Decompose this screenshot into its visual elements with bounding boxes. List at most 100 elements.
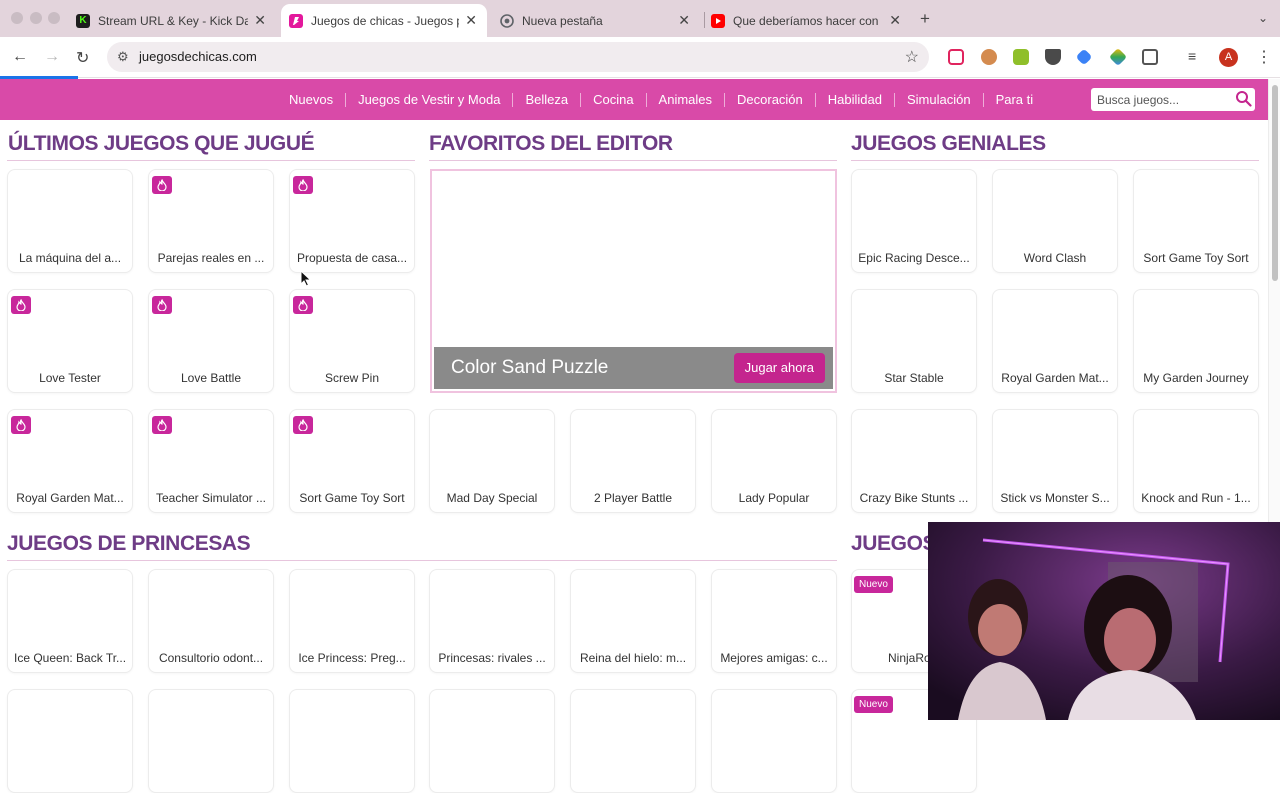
back-icon[interactable]: ← bbox=[12, 48, 28, 66]
game-card[interactable]: Ice Queen: Back Tr... bbox=[7, 569, 133, 673]
game-card[interactable]: Consultorio odont... bbox=[148, 569, 274, 673]
game-card[interactable] bbox=[570, 689, 696, 793]
scrollbar-thumb[interactable] bbox=[1272, 85, 1278, 281]
game-card[interactable]: Royal Garden Mat... bbox=[992, 289, 1118, 393]
game-title: La máquina del a... bbox=[18, 251, 122, 265]
game-card[interactable]: My Garden Journey bbox=[1133, 289, 1259, 393]
site-settings-tune-icon[interactable]: ⚙ bbox=[117, 49, 129, 65]
extension-icon[interactable] bbox=[1045, 49, 1061, 65]
game-card[interactable] bbox=[148, 689, 274, 793]
new-tab-button[interactable]: + bbox=[920, 9, 930, 29]
game-card[interactable] bbox=[711, 689, 837, 793]
game-card[interactable]: Reina del hielo: m... bbox=[570, 569, 696, 673]
game-card[interactable]: Stick vs Monster S... bbox=[992, 409, 1118, 513]
game-title: Star Stable bbox=[884, 371, 944, 385]
media-controls-icon[interactable]: ≡ bbox=[1188, 48, 1196, 64]
section-divider bbox=[851, 160, 1259, 161]
tab-youtube[interactable]: Que deberíamos hacer con el ✕ bbox=[711, 4, 911, 37]
nav-cocina[interactable]: Cocina bbox=[581, 92, 647, 107]
reload-icon[interactable]: ↻ bbox=[76, 48, 89, 68]
nav-decoracion[interactable]: Decoración bbox=[725, 92, 816, 107]
profile-avatar[interactable]: A bbox=[1219, 48, 1238, 67]
game-card[interactable]: Crazy Bike Stunts ... bbox=[851, 409, 977, 513]
menu-icon[interactable]: ⋮ bbox=[1256, 47, 1272, 67]
tab-title: Stream URL & Key - Kick Dashboard bbox=[98, 13, 248, 28]
game-card[interactable]: Star Stable bbox=[851, 289, 977, 393]
minimize-window-button[interactable] bbox=[30, 12, 42, 24]
address-bar[interactable]: ⚙ juegosdechicas.com ☆ bbox=[107, 42, 929, 72]
category-menu: Nuevos Juegos de Vestir y Moda Belleza C… bbox=[280, 79, 1045, 120]
pocket-extension-icon[interactable] bbox=[948, 49, 964, 65]
tab-new-tab[interactable]: Nueva pestaña ✕ bbox=[500, 4, 700, 37]
game-title: My Garden Journey bbox=[1143, 371, 1249, 385]
section-divider bbox=[429, 160, 837, 161]
game-title: Epic Racing Desce... bbox=[858, 251, 970, 265]
game-card[interactable] bbox=[289, 689, 415, 793]
game-card[interactable]: Knock and Run - 1... bbox=[1133, 409, 1259, 513]
close-window-button[interactable] bbox=[11, 12, 23, 24]
game-title: Stick vs Monster S... bbox=[1000, 491, 1110, 505]
chrome-icon bbox=[500, 13, 514, 28]
game-card[interactable]: Royal Garden Mat... bbox=[7, 409, 133, 513]
extension-icon[interactable] bbox=[1075, 48, 1093, 66]
url-text[interactable]: juegosdechicas.com bbox=[139, 49, 257, 64]
game-card[interactable]: Lady Popular bbox=[711, 409, 837, 513]
game-card[interactable]: Love Tester bbox=[7, 289, 133, 393]
game-card[interactable]: Mejores amigas: c... bbox=[711, 569, 837, 673]
featured-caption-bar: Color Sand Puzzle Jugar ahora bbox=[434, 347, 833, 389]
nav-simulacion[interactable]: Simulación bbox=[895, 92, 984, 107]
close-tab-icon[interactable]: ✕ bbox=[465, 13, 477, 27]
game-title: Lady Popular bbox=[738, 491, 810, 505]
site-favicon-icon bbox=[289, 13, 303, 28]
game-card[interactable]: Parejas reales en ... bbox=[148, 169, 274, 273]
extensions-puzzle-icon[interactable] bbox=[1142, 49, 1158, 65]
tab-title: Juegos de chicas - Juegos para chicas bbox=[311, 13, 459, 28]
play-now-button[interactable]: Jugar ahora bbox=[733, 353, 825, 383]
nav-nuevos[interactable]: Nuevos bbox=[280, 92, 347, 107]
webcam-video-picture bbox=[928, 522, 1280, 720]
game-title: Love Battle bbox=[180, 371, 242, 385]
game-card[interactable]: Word Clash bbox=[992, 169, 1118, 273]
game-title: Ice Queen: Back Tr... bbox=[14, 651, 127, 665]
search-input[interactable] bbox=[1097, 91, 1227, 108]
section-divider bbox=[7, 560, 837, 561]
close-tab-icon[interactable]: ✕ bbox=[889, 13, 901, 27]
game-card[interactable]: Love Battle bbox=[148, 289, 274, 393]
game-title: Mejores amigas: c... bbox=[720, 651, 828, 665]
maximize-window-button[interactable] bbox=[48, 12, 60, 24]
bookmark-star-icon[interactable]: ☆ bbox=[905, 47, 919, 67]
webcam-overlay bbox=[928, 522, 1280, 720]
extension-icon[interactable] bbox=[1013, 49, 1029, 65]
nav-para-ti[interactable]: Para ti bbox=[984, 92, 1046, 107]
forward-icon[interactable]: → bbox=[44, 48, 60, 66]
game-card[interactable]: Princesas: rivales ... bbox=[429, 569, 555, 673]
nav-vestir-moda[interactable]: Juegos de Vestir y Moda bbox=[346, 92, 514, 107]
section-title-partial: JUEGOS bbox=[851, 532, 937, 555]
game-card[interactable]: Ice Princess: Preg... bbox=[289, 569, 415, 673]
tab-search-chevron-icon[interactable]: ⌄ bbox=[1258, 11, 1268, 25]
tab-kick-dashboard[interactable]: K Stream URL & Key - Kick Dashboard ✕ bbox=[76, 4, 276, 37]
close-tab-icon[interactable]: ✕ bbox=[678, 13, 690, 27]
game-card[interactable]: Mad Day Special bbox=[429, 409, 555, 513]
game-card[interactable]: Teacher Simulator ... bbox=[148, 409, 274, 513]
close-tab-icon[interactable]: ✕ bbox=[254, 13, 266, 27]
game-card[interactable]: Epic Racing Desce... bbox=[851, 169, 977, 273]
game-card[interactable] bbox=[7, 689, 133, 793]
extension-icon[interactable] bbox=[981, 49, 997, 65]
extension-icon[interactable] bbox=[1108, 47, 1128, 67]
game-card[interactable] bbox=[429, 689, 555, 793]
game-card[interactable]: Sort Game Toy Sort bbox=[289, 409, 415, 513]
tab-juegos-de-chicas[interactable]: Juegos de chicas - Juegos para chicas ✕ bbox=[281, 4, 487, 37]
search-icon[interactable] bbox=[1235, 90, 1252, 112]
game-card[interactable]: Propuesta de casa... bbox=[289, 169, 415, 273]
nav-habilidad[interactable]: Habilidad bbox=[816, 92, 895, 107]
nav-belleza[interactable]: Belleza bbox=[513, 92, 582, 107]
game-card[interactable]: Sort Game Toy Sort bbox=[1133, 169, 1259, 273]
game-card[interactable]: La máquina del a... bbox=[7, 169, 133, 273]
featured-game-card[interactable]: Color Sand Puzzle Jugar ahora bbox=[430, 169, 837, 393]
game-card[interactable]: Screw Pin bbox=[289, 289, 415, 393]
game-title: 2 Player Battle bbox=[593, 491, 673, 505]
nav-animales[interactable]: Animales bbox=[647, 92, 726, 107]
new-badge: Nuevo bbox=[854, 576, 893, 593]
game-card[interactable]: 2 Player Battle bbox=[570, 409, 696, 513]
